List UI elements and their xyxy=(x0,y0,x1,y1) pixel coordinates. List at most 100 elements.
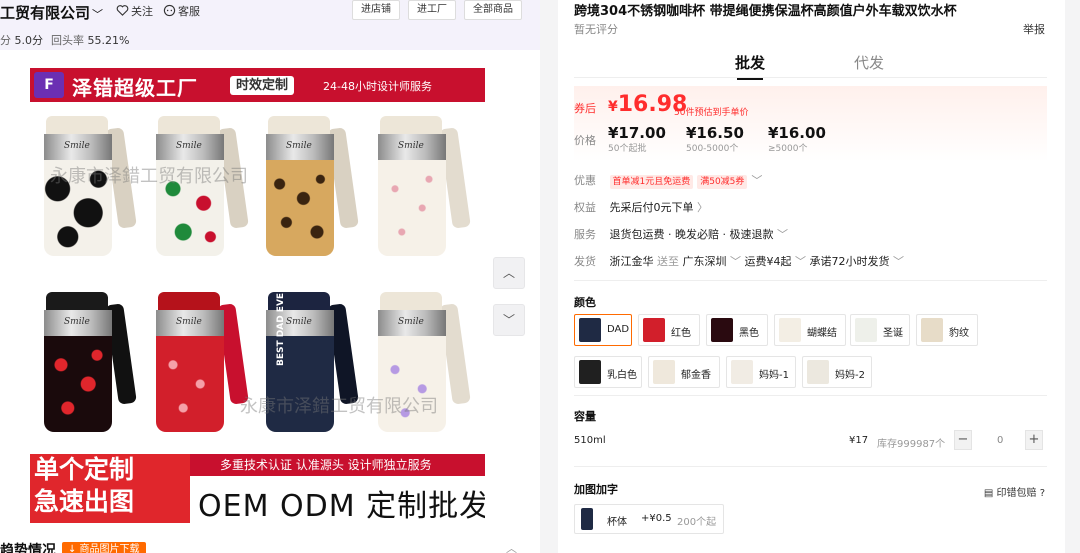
price-label: 价格 xyxy=(574,134,596,147)
rights-row[interactable]: 权益 先采后付0元下单 〉 xyxy=(574,199,708,215)
color-option[interactable]: 妈妈-2 xyxy=(802,356,872,388)
cup-lid xyxy=(46,116,108,136)
guarantee-icon: ▤ xyxy=(983,488,994,499)
price-tier: ¥16.50 500-5000个 xyxy=(686,124,744,154)
follow-label: 关注 xyxy=(131,5,153,18)
enter-factory-button[interactable]: 进工厂 xyxy=(408,0,456,20)
price-tier: ¥16.00 ≥5000个 xyxy=(768,124,826,154)
ship-to[interactable]: 广东深圳 xyxy=(683,255,727,268)
color-option-thumbnail xyxy=(731,360,753,384)
quantity-increment-button[interactable]: + xyxy=(1025,430,1043,450)
color-option-thumbnail xyxy=(921,318,943,342)
left-panel: 工贸有限公司 ﹀ 关注 客服 分 5.0分 回头率 55.21% 进店铺 进工厂 全… xyxy=(0,0,540,553)
navy-cup-text: BEST DAD EVER xyxy=(276,286,286,366)
color-option-label: 黑色 xyxy=(739,328,759,339)
tier-price: ¥16.50 xyxy=(686,124,744,142)
misprint-guarantee[interactable]: ▤ 印错包赔 ? xyxy=(984,484,1045,499)
brand-logo: F xyxy=(34,72,64,98)
color-option-label: 妈妈-2 xyxy=(835,370,865,381)
promo-row[interactable]: 优惠 首单减1元且免运费 满50减5券 ﹀ xyxy=(574,172,762,189)
tab-wholesale[interactable]: 批发 xyxy=(735,52,765,80)
price-tier: ¥17.00 50个起批 xyxy=(608,124,666,154)
follow-button[interactable]: 关注 xyxy=(116,3,153,19)
chevron-down-icon: ﹀ xyxy=(893,255,904,268)
color-option[interactable]: 豹纹 xyxy=(916,314,978,346)
capacity-row: 510ml ¥17 库存999987个 − 0 + xyxy=(574,430,1047,452)
shop-name[interactable]: 工贸有限公司 ﹀ xyxy=(0,2,103,23)
color-option[interactable]: 郁金香 xyxy=(648,356,720,388)
bottom-strip: 多重技术认证 认准源头 设计师独立服务 xyxy=(190,454,485,476)
cup-brand-text: Smile xyxy=(286,317,312,327)
cup-brand-text: Smile xyxy=(176,141,202,151)
rights-value: 先采后付0元下单 xyxy=(609,201,694,214)
capacity-price: ¥17 xyxy=(849,435,869,446)
cup-brand-text: Smile xyxy=(64,317,90,327)
color-option-thumbnail xyxy=(779,318,801,342)
color-option-thumbnail xyxy=(579,360,601,384)
quantity-decrement-button[interactable]: − xyxy=(954,430,972,450)
watermark-bottom: 永康市泽錯工贸有限公司 xyxy=(240,396,438,417)
tier-price: ¥16.00 xyxy=(768,124,826,142)
main-product-image[interactable]: F 泽错超级工厂 时效定制 24-48小时设计师服务 Smile Smile S… xyxy=(30,68,485,523)
chevron-down-icon[interactable]: ﹀ xyxy=(92,6,103,22)
chat-icon xyxy=(163,4,176,17)
cup-brand-text: Smile xyxy=(286,141,312,151)
thumb-up-button[interactable]: ︿ xyxy=(493,257,525,289)
tier-condition: ≥5000个 xyxy=(768,144,808,154)
shop-stats: 分 5.0分 回头率 55.21% xyxy=(0,32,137,48)
color-option[interactable]: 圣诞 xyxy=(850,314,910,346)
chevron-down-icon[interactable]: ﹀ xyxy=(751,174,762,187)
service-label: 客服 xyxy=(178,5,200,18)
cup-red-hearts: Smile xyxy=(38,292,137,432)
product-rating: 暂无评分 xyxy=(574,23,618,36)
cup-lid xyxy=(46,292,108,312)
promo-tag: 满50减5券 xyxy=(697,175,748,189)
color-option[interactable]: 蝴蝶结 xyxy=(774,314,846,346)
color-option[interactable]: 黑色 xyxy=(706,314,768,346)
color-option-label: 郁金香 xyxy=(681,370,711,381)
cup-body xyxy=(156,336,224,432)
chevron-down-icon: ﹀ xyxy=(730,255,741,268)
download-images-button[interactable]: ↓ 商品图片下载 xyxy=(62,542,146,553)
service-value: 退货包运费 · 晚发必赔 · 极速退款 xyxy=(609,228,774,241)
coupon-note: 50件预估到手单价 xyxy=(674,108,749,118)
guarantee-label: 印错包赔 xyxy=(996,488,1037,499)
enter-shop-button[interactable]: 进店铺 xyxy=(352,0,400,20)
thumb-down-button[interactable]: ﹀ xyxy=(493,304,525,336)
help-icon[interactable]: ? xyxy=(1040,488,1045,499)
collapse-icon[interactable]: ︿ xyxy=(506,540,517,553)
trend-section-title: 趋势情况 xyxy=(0,543,56,553)
chevron-down-icon: ﹀ xyxy=(502,313,515,327)
bottom-big-text: OEM ODM 定制批发 xyxy=(198,489,485,523)
color-option[interactable]: 乳白色 xyxy=(574,356,642,388)
cup-lid xyxy=(158,292,220,312)
quantity-input[interactable]: 0 xyxy=(997,435,1003,446)
color-section-title: 颜色 xyxy=(574,296,596,309)
tier-condition: 500-5000个 xyxy=(686,144,739,154)
tab-dropship[interactable]: 代发 xyxy=(854,52,884,73)
bottom-left-block: 单个定制 急速出图 xyxy=(30,454,190,523)
color-option[interactable]: 红色 xyxy=(638,314,700,346)
color-option-thumbnail xyxy=(711,318,733,342)
banner-title: 泽错超级工厂 xyxy=(72,76,198,100)
cup-metal-band: Smile xyxy=(378,310,446,338)
cup-metal-band: Smile xyxy=(44,310,112,338)
all-products-button[interactable]: 全部商品 xyxy=(464,0,522,20)
report-link[interactable]: 举报 xyxy=(1023,21,1045,37)
customer-service-button[interactable]: 客服 xyxy=(163,3,200,19)
color-option[interactable]: 妈妈-1 xyxy=(726,356,796,388)
color-option-label: DAD xyxy=(607,324,630,335)
banner-badge: 时效定制 xyxy=(230,76,295,95)
service-label: 服务 xyxy=(574,228,596,241)
addon-option[interactable]: 杯体 +¥0.5 200个起 xyxy=(574,504,724,534)
shop-name-text[interactable]: 工贸有限公司 xyxy=(0,4,90,22)
shop-score: 5.0分 xyxy=(14,34,44,47)
ship-from: 浙江金华 xyxy=(609,255,654,268)
cup-leopard: Smile xyxy=(260,116,359,256)
image-top-banner: F 泽错超级工厂 时效定制 24-48小时设计师服务 xyxy=(30,68,485,102)
shipping-row[interactable]: 发货 浙江金华 送至 广东深圳 ﹀ 运费¥4起 ﹀ 承诺72小时发货 ﹀ xyxy=(574,253,904,269)
capacity-size: 510ml xyxy=(574,435,606,446)
color-option-label: 乳白色 xyxy=(607,370,637,381)
color-option[interactable]: DAD xyxy=(574,314,632,346)
service-row[interactable]: 服务 退货包运费 · 晚发必赔 · 极速退款 ﹀ xyxy=(574,226,788,242)
